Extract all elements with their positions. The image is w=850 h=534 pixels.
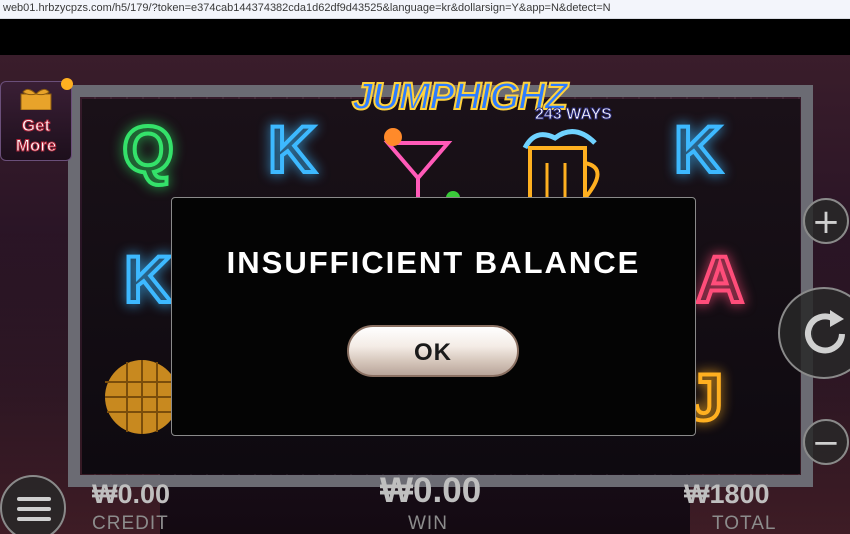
- game-logo: JUMPHIGHZ 243 WAYS: [340, 74, 620, 136]
- game-canvas: Q K K K A J JUMPHIGHZ 243 WAYS Get More …: [0, 19, 850, 534]
- total-value: ₩1800: [684, 479, 770, 509]
- win-value: ₩0.00: [380, 471, 482, 510]
- reel-symbol-k: K: [266, 110, 318, 188]
- ok-button-label: OK: [414, 339, 452, 366]
- total-label: TOTAL: [712, 513, 777, 534]
- reel-symbol-k: K: [672, 110, 724, 188]
- plus-icon: +: [811, 202, 841, 242]
- win-label: WIN: [408, 513, 448, 534]
- insufficient-balance-dialog: INSUFFICIENT BALANCE OK: [171, 197, 696, 436]
- ok-button[interactable]: OK: [347, 325, 519, 377]
- url-text[interactable]: web01.hrbzycpzs.com/h5/179/?token=e374ca…: [3, 2, 611, 14]
- disco-ball-icon: [105, 360, 179, 434]
- gift-icon: [20, 88, 52, 110]
- reel-symbol-a: A: [694, 240, 746, 318]
- dialog-title: INSUFFICIENT BALANCE: [226, 245, 641, 280]
- notification-dot: [61, 78, 73, 90]
- credit-label: CREDIT: [92, 513, 169, 534]
- get-more-label-1: Get: [21, 116, 51, 136]
- minus-icon: −: [811, 423, 841, 463]
- browser-url-bar[interactable]: web01.hrbzycpzs.com/h5/179/?token=e374ca…: [0, 0, 850, 19]
- reel-symbol-k: K: [122, 240, 174, 318]
- get-more-label-2: More: [15, 136, 57, 156]
- get-more-button[interactable]: Get More: [0, 78, 73, 161]
- refresh-icon: [805, 310, 845, 354]
- decrease-bet-button[interactable]: −: [803, 419, 849, 465]
- logo-ways: 243 WAYS: [535, 106, 613, 124]
- menu-button[interactable]: [0, 475, 66, 534]
- menu-icon: [17, 497, 51, 521]
- reel-symbol-q: Q: [120, 110, 175, 188]
- credit-value: ₩0.00: [92, 479, 171, 509]
- increase-bet-button[interactable]: +: [803, 198, 849, 244]
